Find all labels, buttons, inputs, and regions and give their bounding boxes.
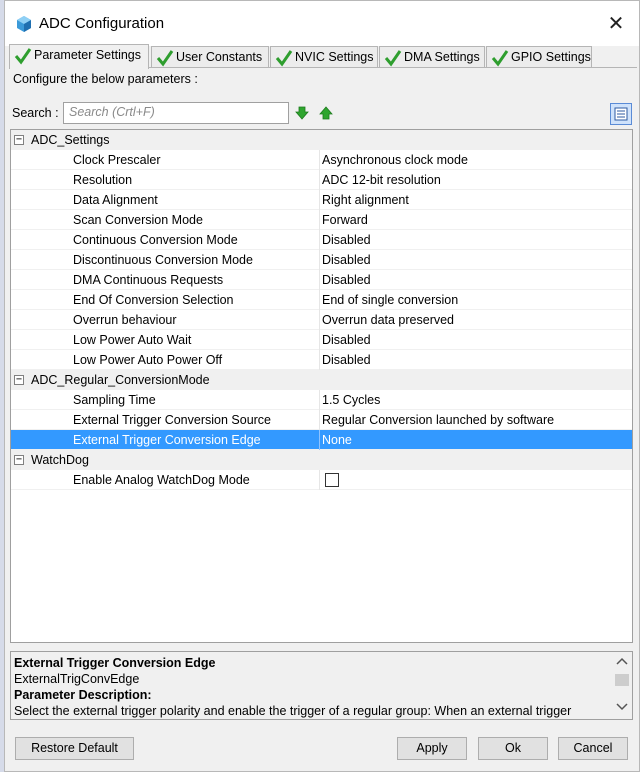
- group-name: ADC_Settings: [31, 133, 110, 147]
- tab-label: GPIO Settings: [511, 50, 591, 64]
- param-value[interactable]: End of single conversion: [319, 290, 632, 310]
- app-cube-icon: [17, 16, 31, 32]
- param-name: Clock Prescaler: [73, 153, 161, 167]
- param-row[interactable]: Clock Prescaler Asynchronous clock mode: [11, 150, 632, 170]
- param-value[interactable]: Asynchronous clock mode: [319, 150, 632, 170]
- tab-label: DMA Settings: [404, 50, 480, 64]
- param-value[interactable]: Regular Conversion launched by software: [319, 410, 632, 430]
- param-row[interactable]: Sampling Time 1.5 Cycles: [11, 390, 632, 410]
- tab-parameter-settings[interactable]: Parameter Settings: [9, 44, 149, 69]
- description-title: External Trigger Conversion Edge: [14, 656, 216, 670]
- check-icon: [156, 50, 174, 67]
- param-name: External Trigger Conversion Edge: [73, 433, 261, 447]
- param-name: Low Power Auto Wait: [73, 333, 192, 347]
- param-row-selected[interactable]: External Trigger Conversion Edge None: [11, 430, 632, 450]
- param-name: Sampling Time: [73, 393, 156, 407]
- param-value[interactable]: Right alignment: [319, 190, 632, 210]
- search-label: Search :: [12, 106, 59, 120]
- description-panel: External Trigger Conversion Edge Externa…: [10, 651, 633, 720]
- tab-gpio-settings[interactable]: GPIO Settings: [486, 46, 592, 68]
- description-heading: Parameter Description:: [14, 688, 152, 702]
- apply-button[interactable]: Apply: [397, 737, 467, 760]
- param-row[interactable]: External Trigger Conversion Source Regula…: [11, 410, 632, 430]
- param-row[interactable]: Continuous Conversion Mode Disabled: [11, 230, 632, 250]
- param-row[interactable]: Enable Analog WatchDog Mode: [11, 470, 632, 490]
- param-value[interactable]: Disabled: [319, 350, 632, 370]
- param-row[interactable]: Low Power Auto Power Off Disabled: [11, 350, 632, 370]
- param-name: Enable Analog WatchDog Mode: [73, 473, 250, 487]
- param-name: DMA Continuous Requests: [73, 273, 224, 287]
- param-row[interactable]: Scan Conversion Mode Forward: [11, 210, 632, 230]
- description-scrollbar[interactable]: [612, 652, 632, 719]
- param-value[interactable]: ADC 12-bit resolution: [319, 170, 632, 190]
- param-name: Overrun behaviour: [73, 313, 177, 327]
- check-icon: [275, 50, 293, 67]
- description-text: External Trigger Conversion Edge Externa…: [14, 655, 604, 719]
- check-icon: [14, 48, 32, 65]
- param-value[interactable]: Overrun data preserved: [319, 310, 632, 330]
- param-row[interactable]: Resolution ADC 12-bit resolution: [11, 170, 632, 190]
- configure-label: Configure the below parameters :: [13, 72, 198, 86]
- param-value[interactable]: Disabled: [319, 250, 632, 270]
- tab-label: User Constants: [176, 50, 263, 64]
- collapse-toggle-icon[interactable]: −: [14, 375, 24, 385]
- description-body: Select the external trigger polarity and…: [14, 704, 572, 718]
- close-button[interactable]: ✕: [593, 1, 639, 46]
- search-input[interactable]: Search (Crtl+F): [63, 102, 289, 124]
- param-name: Scan Conversion Mode: [73, 213, 203, 227]
- arrow-down-icon[interactable]: [295, 106, 309, 120]
- close-icon[interactable]: ✕: [608, 11, 625, 35]
- tab-label: Parameter Settings: [34, 48, 141, 62]
- group-row-adc-regular-conversionmode[interactable]: − ADC_Regular_ConversionMode: [11, 370, 632, 390]
- tab-nvic-settings[interactable]: NVIC Settings: [270, 46, 378, 68]
- collapse-toggle-icon[interactable]: −: [14, 135, 24, 145]
- check-icon: [491, 50, 509, 67]
- param-row[interactable]: DMA Continuous Requests Disabled: [11, 270, 632, 290]
- title-bar: ADC Configuration ✕: [5, 1, 639, 46]
- scroll-down-icon[interactable]: [612, 700, 632, 717]
- param-name: Low Power Auto Power Off: [73, 353, 223, 367]
- group-name: ADC_Regular_ConversionMode: [31, 373, 210, 387]
- scrollbar-thumb[interactable]: [615, 674, 629, 686]
- adc-configuration-dialog: ADC Configuration ✕ Parameter Settings U…: [4, 0, 640, 772]
- param-value[interactable]: Disabled: [319, 330, 632, 350]
- window-title: ADC Configuration: [39, 15, 165, 32]
- watchdog-checkbox[interactable]: [325, 473, 339, 487]
- tab-bar: Parameter Settings User Constants NVIC S…: [9, 44, 639, 69]
- parameter-grid: − ADC_Settings Clock Prescaler Asynchrono…: [10, 129, 633, 643]
- param-name: End Of Conversion Selection: [73, 293, 234, 307]
- param-name: Data Alignment: [73, 193, 158, 207]
- group-row-adc-settings[interactable]: − ADC_Settings: [11, 130, 632, 150]
- tab-user-constants[interactable]: User Constants: [151, 46, 269, 68]
- list-view-icon: [614, 107, 628, 121]
- param-row[interactable]: End Of Conversion Selection End of single…: [11, 290, 632, 310]
- param-value[interactable]: 1.5 Cycles: [319, 390, 632, 410]
- param-name: Continuous Conversion Mode: [73, 233, 238, 247]
- param-value[interactable]: Forward: [319, 210, 632, 230]
- param-value[interactable]: Disabled: [319, 230, 632, 250]
- cancel-button[interactable]: Cancel: [558, 737, 628, 760]
- param-value: [319, 470, 632, 490]
- param-row[interactable]: Overrun behaviour Overrun data preserved: [11, 310, 632, 330]
- collapse-toggle-icon[interactable]: −: [14, 455, 24, 465]
- restore-default-button[interactable]: Restore Default: [15, 737, 134, 760]
- param-value[interactable]: None: [319, 430, 632, 450]
- param-name: Resolution: [73, 173, 133, 187]
- param-row[interactable]: Discontinuous Conversion Mode Disabled: [11, 250, 632, 270]
- param-row[interactable]: Low Power Auto Wait Disabled: [11, 330, 632, 350]
- ok-button[interactable]: Ok: [478, 737, 548, 760]
- list-view-button[interactable]: [610, 103, 632, 125]
- check-icon: [384, 50, 402, 67]
- description-identifier: ExternalTrigConvEdge: [14, 672, 140, 686]
- tab-label: NVIC Settings: [295, 50, 374, 64]
- param-row[interactable]: Data Alignment Right alignment: [11, 190, 632, 210]
- param-name: External Trigger Conversion Source: [73, 413, 272, 427]
- group-row-watchdog[interactable]: − WatchDog: [11, 450, 632, 470]
- scroll-up-icon[interactable]: [612, 654, 632, 671]
- tab-dma-settings[interactable]: DMA Settings: [379, 46, 485, 68]
- param-value[interactable]: Disabled: [319, 270, 632, 290]
- group-name: WatchDog: [31, 453, 89, 467]
- param-name: Discontinuous Conversion Mode: [73, 253, 253, 267]
- arrow-up-icon[interactable]: [319, 106, 333, 120]
